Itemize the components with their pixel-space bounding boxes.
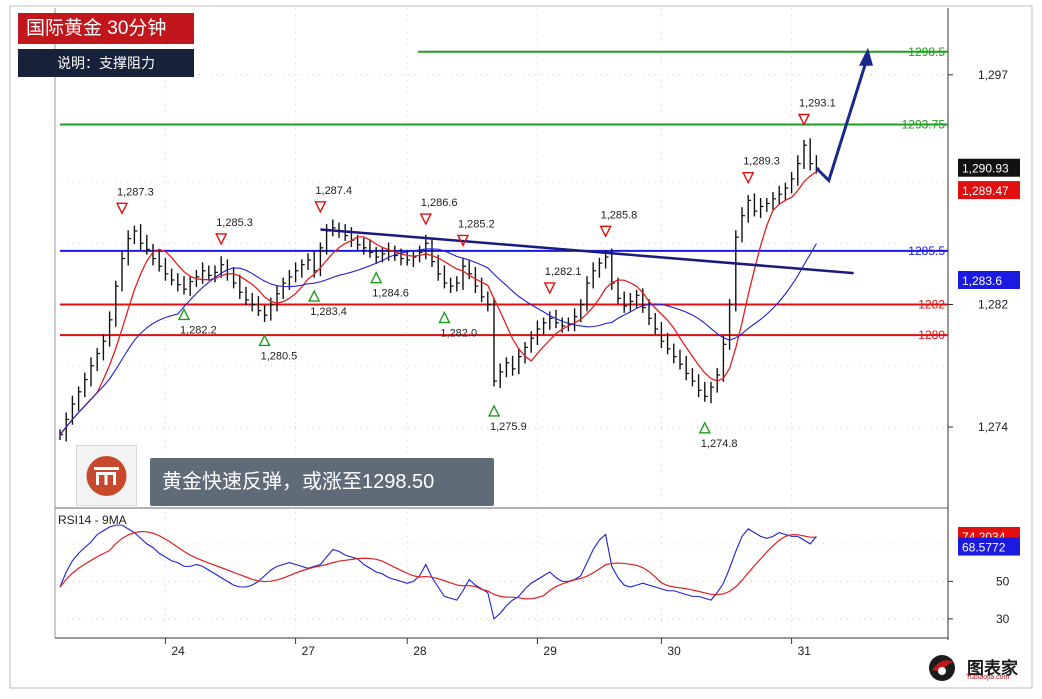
low-label: 1,275.9 [490, 421, 527, 433]
x-tick-label: 24 [171, 644, 185, 658]
high-marker [742, 171, 755, 185]
trend-layer [320, 47, 873, 275]
ma-layer [59, 171, 817, 436]
low-marker [487, 404, 501, 417]
axes: 1,297 1,282 1,274 24 27 28 29 30 31 50 30 [164, 68, 1010, 658]
high-marker [215, 233, 228, 246]
price-tags: 1,290.93 1,289.47 1,283.6 [958, 158, 1020, 289]
low-label: 1,274.8 [701, 438, 738, 450]
high-label: 1,285.3 [216, 217, 253, 229]
high-label: 1,285.8 [601, 209, 638, 221]
x-tick-label: 31 [798, 644, 812, 658]
level-label: 1285.5 [908, 244, 945, 258]
mint-logo-icon [76, 445, 137, 506]
rsi-y-tick-label: 30 [996, 612, 1010, 626]
analysis-note: 黄金快速反弹，或涨至1298.50 [150, 458, 494, 506]
high-label: 1,282.1 [545, 266, 582, 278]
high-label: 1,286.6 [421, 197, 458, 209]
high-marker [314, 201, 327, 214]
x-tick-label: 28 [413, 644, 427, 658]
ma-fast-line [59, 171, 817, 436]
price-bars [59, 138, 820, 442]
tubiaojia-logo-icon [929, 655, 955, 681]
price-tag-label: 1,283.6 [962, 274, 1002, 288]
x-tick-label: 27 [302, 644, 316, 658]
brand-logo: 图表家 Tubiaojia.com [922, 650, 1032, 686]
high-marker [419, 213, 432, 226]
level-label: 1282 [918, 297, 945, 311]
level-label: 1280 [918, 328, 945, 342]
low-marker [308, 289, 321, 302]
high-marker [797, 113, 811, 127]
high-label: 1,287.4 [315, 185, 352, 197]
projection-arrow-head [859, 47, 873, 66]
rsi-line [59, 524, 817, 620]
high-label: 1,289.3 [743, 156, 780, 168]
low-label: 1,280.5 [261, 350, 298, 362]
high-label: 1,293.1 [799, 97, 836, 109]
rsi-tag-label: 68.5772 [962, 541, 1006, 555]
low-marker [698, 421, 711, 434]
high-marker [115, 202, 129, 215]
low-marker [370, 271, 383, 284]
chart-stage: 1298.5 1293.75 1285.5 1282 1280 1,287.3 1,285… [0, 0, 1042, 694]
low-label: 1,282.2 [180, 324, 217, 336]
price-tag-label: 1,290.93 [962, 162, 1009, 176]
projection-arrow [815, 61, 868, 184]
high-marker [543, 282, 556, 295]
chart-subtitle: 说明：支撑阻力 [18, 49, 194, 77]
y-tick-label: 1,274 [978, 420, 1008, 434]
low-marker [258, 333, 271, 347]
outer-border [9, 5, 1033, 689]
chart-title: 国际黄金 30分钟 [18, 13, 194, 44]
price-tag-label: 1,289.47 [962, 184, 1009, 198]
annotations: 1,287.3 1,285.3 1,282.2 1,280.5 1,287.4 1,283… [115, 97, 836, 450]
chart-frame [9, 5, 1033, 689]
y-tick-label: 1,297 [978, 68, 1008, 82]
high-marker [599, 225, 612, 238]
level-label: 1298.5 [908, 45, 945, 59]
x-tick-label: 29 [543, 644, 557, 658]
low-label: 1,282.0 [440, 327, 477, 339]
low-marker [438, 310, 451, 324]
low-label: 1,283.4 [310, 306, 347, 318]
brand-sub: Tubiaojia.com [966, 674, 1010, 681]
y-tick-label: 1,282 [978, 297, 1008, 311]
chart-svg: 1298.5 1293.75 1285.5 1282 1280 1,287.3 1,285… [9, 5, 1033, 689]
rsi-ma-line [59, 530, 817, 600]
high-label: 1,287.3 [117, 186, 154, 198]
high-label: 1,285.2 [458, 218, 495, 230]
x-tick-label: 30 [667, 644, 681, 658]
rsi-y-tick-label: 50 [996, 574, 1010, 588]
level-label: 1293.75 [902, 118, 946, 132]
low-label: 1,284.6 [372, 288, 409, 300]
